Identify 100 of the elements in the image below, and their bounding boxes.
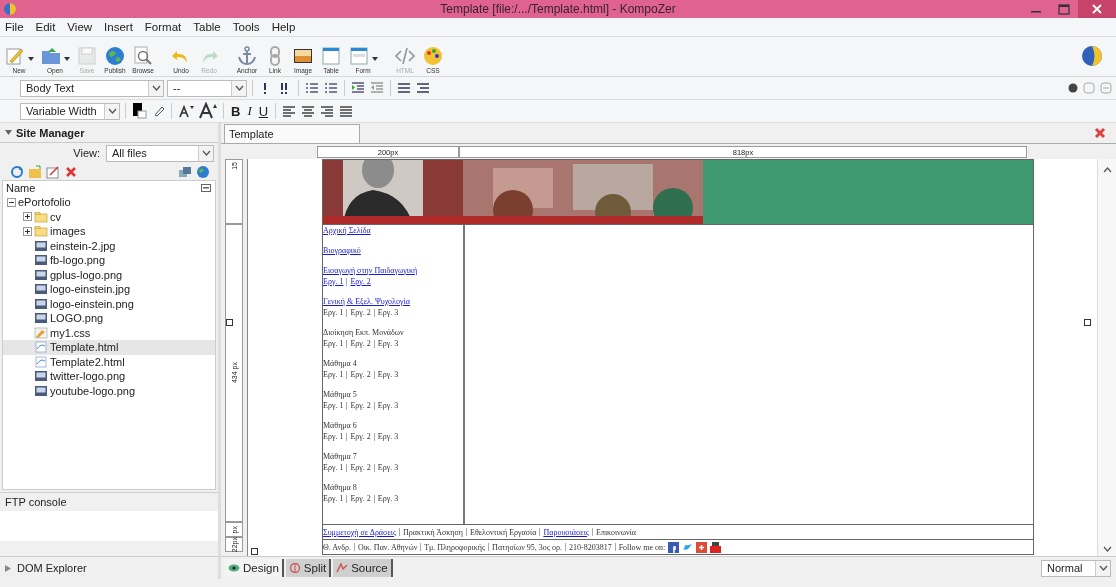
magnifier-icon [132,45,154,67]
expand-icon[interactable] [23,226,32,236]
nav-link[interactable]: Βιογραφικό [323,246,463,255]
view-tab[interactable]: Source [333,559,393,577]
dropdown-caret-icon[interactable] [1098,565,1108,571]
dropdown[interactable]: All files [106,144,214,162]
view-tab[interactable]: Design [225,559,284,577]
align-icon[interactable] [415,80,431,96]
dropdown-caret-icon [372,57,378,61]
tree-item[interactable]: ePortofolio [18,196,71,209]
sub-link[interactable]: Εργ. 1 [323,277,344,286]
smaller-font-icon[interactable] [177,103,195,119]
globe-icon[interactable] [196,164,210,179]
footer-link[interactable]: Παρουσιάσεις [543,527,589,537]
footer-item: Θ. Ανδρ. [323,542,351,552]
sub-item: Εργ. 1 [323,432,344,441]
tree-item[interactable]: my1.css [50,326,91,339]
bullet-list-icon[interactable] [323,80,339,96]
column-header[interactable]: Name [6,182,36,194]
sub-link[interactable]: Εργ. 2 [350,277,371,286]
expand-arrow-icon[interactable] [5,564,11,572]
tree-item[interactable]: logo-einstein.png [50,297,134,310]
scrollbar[interactable] [1097,159,1116,556]
resize-handle-icon[interactable] [1084,319,1091,326]
align-right-icon[interactable] [319,103,336,119]
dropdown-caret-icon[interactable] [234,85,244,91]
google-plus-icon[interactable] [696,541,708,553]
align-center-icon[interactable] [300,103,317,119]
close-button[interactable] [1078,0,1116,18]
tree-item[interactable]: cv [50,210,61,223]
expand-icon[interactable] [23,212,32,222]
view-tab[interactable]: Split [285,559,332,577]
sub-item: Εργ. 1 [323,401,344,410]
menu-item[interactable]: File [5,21,24,33]
tree-item[interactable]: twitter-logo.png [50,370,126,383]
palette-icon [422,45,444,67]
delete-icon[interactable] [64,164,78,179]
sub-item: Εργ. 2 [350,432,371,441]
app-logo-icon [3,2,17,16]
text-color-icon[interactable] [131,102,149,120]
video-icon[interactable] [710,541,722,553]
image-file-icon [34,239,48,252]
tree-item[interactable]: einstein-2.jpg [50,239,116,252]
dropdown-caret-icon[interactable] [201,150,211,156]
refresh-icon[interactable] [10,164,24,179]
nav-link[interactable]: Αρχική Σελίδα [323,226,463,235]
menu-item[interactable]: View [67,21,93,33]
scroll-down-icon[interactable] [1102,546,1112,552]
resize-handle-icon[interactable] [226,319,233,326]
globe-icon [104,45,126,67]
sub-item: Εργ. 1 [323,370,344,379]
collapse-icon[interactable] [7,197,16,207]
sub-item: Εργ. 3 [377,308,399,317]
tree-item[interactable]: images [50,225,86,238]
menu-item[interactable]: Format [144,21,182,33]
tree-item[interactable]: youtube-logo.png [50,384,135,397]
larger-font-icon[interactable] [198,102,218,120]
tree-item[interactable]: logo-einstein.jpg [50,283,131,296]
numbered-list-icon[interactable] [304,80,320,96]
indent-icon[interactable] [350,80,366,96]
align-left-icon[interactable] [281,103,298,119]
document-tab[interactable]: Template [224,124,360,143]
menu-item[interactable]: Table [193,21,221,33]
tree-item[interactable]: Template2.html [50,355,125,368]
bold-button[interactable]: B [229,103,243,119]
dropdown-caret-icon[interactable] [107,108,117,114]
footer-link[interactable]: Συμμετοχή σε Δράσεις [323,527,397,537]
menu-item[interactable]: Tools [232,21,260,33]
facebook-icon[interactable] [668,541,680,553]
globe-icon[interactable] [1080,43,1104,68]
column-picker-icon[interactable] [201,184,211,192]
close-tab-icon[interactable] [1094,127,1106,139]
edit-icon[interactable] [46,164,60,179]
sub-item: Εργ. 3 [377,494,399,503]
dropdown[interactable]: Variable Width [20,102,120,120]
nav-link[interactable]: Εισαγωγή στην Παιδαγωγική [323,266,463,275]
heading-icon[interactable] [396,80,412,96]
dropdown[interactable]: -- [167,79,247,97]
dropdown-caret-icon[interactable] [151,85,161,91]
menu-item[interactable]: Edit [35,21,56,33]
collapse-arrow-icon[interactable] [5,129,12,136]
twitter-icon[interactable] [682,541,694,553]
justify-icon[interactable] [338,103,355,119]
tree-item[interactable]: LOGO.png [50,312,104,325]
image-file-icon [34,384,48,397]
scroll-up-icon[interactable] [1102,167,1112,173]
menu-item[interactable]: Insert [104,21,133,33]
menu-item[interactable]: Help [271,21,296,33]
panel-title[interactable]: DOM Explorer [17,562,87,574]
dropdown[interactable]: Normal [1041,559,1111,577]
underline-button[interactable]: U [256,103,271,119]
italic-button[interactable]: I [245,103,254,119]
resize-handle-icon[interactable] [251,548,258,555]
tree-item[interactable]: gplus-logo.png [50,268,123,281]
highlight-pen-icon[interactable] [152,104,166,118]
windows-icon[interactable] [178,164,192,179]
dropdown[interactable]: Body Text [20,79,164,97]
tree-item[interactable]: fb-logo.png [50,254,106,267]
window-title: Template [file:/.../Template.html] - KompoZer [440,2,676,16]
nav-link[interactable]: Γενική & Εξελ. Ψυχολογία [323,297,463,306]
